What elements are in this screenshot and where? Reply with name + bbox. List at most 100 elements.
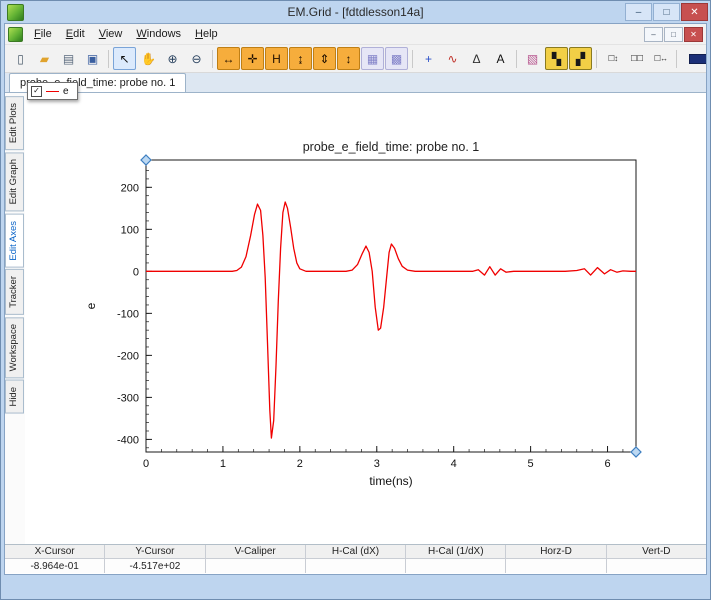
- menu-help[interactable]: Help: [188, 26, 225, 42]
- mdi-close-button[interactable]: ✕: [684, 27, 703, 42]
- legend-line-swatch: [46, 91, 59, 92]
- status-header-cell: H-Cal (1/dX): [406, 545, 506, 558]
- layout-line-swatch-icon: [689, 54, 707, 64]
- svg-text:0: 0: [133, 266, 139, 278]
- expand-vertical-icon[interactable]: ⇕: [313, 47, 336, 70]
- sidebar-item-edit-graph[interactable]: Edit Graph: [5, 152, 24, 211]
- status-value-cell: -4.517e+02: [105, 559, 205, 573]
- status-value-cell: [607, 559, 706, 573]
- scale-vertical-icon[interactable]: ↨: [289, 47, 312, 70]
- grid-dense-icon[interactable]: ▩: [385, 47, 408, 70]
- sidebar-item-edit-axes[interactable]: Edit Axes: [5, 214, 24, 268]
- fit-width-icon[interactable]: ↔: [217, 47, 240, 70]
- svg-text:-200: -200: [117, 350, 139, 362]
- print-icon[interactable]: ▤: [57, 47, 80, 70]
- new-file-icon[interactable]: ▯: [9, 47, 32, 70]
- svg-text:probe_e_field_time: probe no.: probe_e_field_time: probe no. 1: [303, 140, 480, 154]
- legend-label: e: [63, 86, 69, 97]
- status-header-cell: H-Cal (dX): [306, 545, 406, 558]
- add-cursor-icon[interactable]: +: [417, 47, 440, 70]
- svg-text:100: 100: [121, 224, 139, 236]
- svg-text:3: 3: [374, 458, 380, 470]
- mdi-window-controls: – □ ✕: [643, 27, 703, 42]
- document-icon[interactable]: [8, 27, 23, 42]
- h-caliper-icon[interactable]: ☐↔: [649, 47, 672, 70]
- svg-text:200: 200: [121, 182, 139, 194]
- svg-text:1: 1: [220, 458, 226, 470]
- zoom-out-icon[interactable]: ⊖: [185, 47, 208, 70]
- svg-text:0: 0: [143, 458, 149, 470]
- curve-trace-icon[interactable]: ∿: [441, 47, 464, 70]
- sidebar: Edit Plots Edit Graph Edit Axes Tracker …: [5, 93, 25, 544]
- maximize-button[interactable]: □: [653, 3, 680, 21]
- svg-text:5: 5: [528, 458, 534, 470]
- pattern-style-icon[interactable]: ▞: [569, 47, 592, 70]
- tabbar: probe_e_field_time: probe no. 1: [5, 73, 706, 93]
- app-window: EM.Grid - [fdtdlesson14a] – □ ✕ File Edi…: [0, 0, 711, 600]
- mdi-restore-button[interactable]: □: [664, 27, 683, 42]
- statusbar: X-Cursor Y-Cursor V-Caliper H-Cal (dX) H…: [5, 544, 706, 574]
- fit-vertical-icon[interactable]: ↕: [337, 47, 360, 70]
- pan-hand-icon[interactable]: ✋: [137, 47, 160, 70]
- calipers-icon[interactable]: ☐☐: [625, 47, 648, 70]
- plot-colors-icon[interactable]: ▧: [521, 47, 544, 70]
- pattern-fill-icon[interactable]: ▚: [545, 47, 568, 70]
- open-folder-icon[interactable]: ▰: [33, 47, 56, 70]
- status-value-cell: [206, 559, 306, 573]
- pointer-select-icon[interactable]: ↖: [113, 47, 136, 70]
- svg-text:-400: -400: [117, 434, 139, 446]
- toolbar-separator: [212, 50, 213, 68]
- mdi-minimize-button[interactable]: –: [644, 27, 663, 42]
- svg-text:6: 6: [604, 458, 610, 470]
- close-button[interactable]: ✕: [681, 3, 708, 21]
- app-client-area: File Edit View Windows Help – □ ✕ ▯▰▤▣ ↖✋…: [4, 23, 707, 575]
- menu-file[interactable]: File: [27, 26, 59, 42]
- menu-view[interactable]: View: [92, 26, 130, 42]
- content-area: Edit Plots Edit Graph Edit Axes Tracker …: [5, 93, 706, 544]
- legend-checkbox[interactable]: ✓: [31, 86, 42, 97]
- fit-all-icon[interactable]: ✛: [241, 47, 264, 70]
- svg-text:e: e: [84, 302, 98, 309]
- toolbar-separator: [676, 50, 677, 68]
- v-caliper-icon[interactable]: ☐↕: [601, 47, 624, 70]
- legend-box[interactable]: ✓ e: [27, 82, 78, 100]
- status-header-cell: X-Cursor: [5, 545, 105, 558]
- status-header-cell: V-Caliper: [206, 545, 306, 558]
- toolbar-separator: [596, 50, 597, 68]
- text-annotation-icon[interactable]: A: [489, 47, 512, 70]
- toolbar: ▯▰▤▣ ↖✋⊕⊖ ↔✛H↨⇕↕▦▩ +∿ΔA ▧▚▞ ☐↕☐☐☐↔ Layout ▾: [5, 45, 706, 73]
- save-icon[interactable]: ▣: [81, 47, 104, 70]
- window-controls: – □ ✕: [624, 3, 708, 21]
- menu-windows[interactable]: Windows: [129, 26, 188, 42]
- sidebar-item-workspace[interactable]: Workspace: [5, 317, 24, 378]
- status-value-row: -8.964e-01 -4.517e+02: [5, 559, 706, 573]
- menubar: File Edit View Windows Help – □ ✕: [5, 24, 706, 45]
- svg-text:-100: -100: [117, 308, 139, 320]
- svg-text:2: 2: [297, 458, 303, 470]
- sidebar-item-hide[interactable]: Hide: [5, 380, 24, 414]
- menu-edit[interactable]: Edit: [59, 26, 92, 42]
- sidebar-item-edit-plots[interactable]: Edit Plots: [5, 96, 24, 150]
- status-header-cell: Y-Cursor: [105, 545, 205, 558]
- titlebar[interactable]: EM.Grid - [fdtdlesson14a] – □ ✕: [1, 1, 710, 23]
- minimize-button[interactable]: –: [625, 3, 652, 21]
- status-value-cell: [406, 559, 506, 573]
- status-value-cell: [306, 559, 406, 573]
- grid-lines-icon[interactable]: ▦: [361, 47, 384, 70]
- status-value-cell: [506, 559, 606, 573]
- svg-text:-300: -300: [117, 392, 139, 404]
- plot-svg[interactable]: 0 1 2 3 4 5 6 -400 -300 -200 -100 0 100 200 probe_e_fi…: [25, 93, 706, 544]
- zoom-in-icon[interactable]: ⊕: [161, 47, 184, 70]
- toolbar-separator: [108, 50, 109, 68]
- window-title: EM.Grid - [fdtdlesson14a]: [1, 5, 710, 19]
- toolbar-separator: [516, 50, 517, 68]
- svg-text:time(ns): time(ns): [369, 474, 412, 488]
- fit-horizontal-icon[interactable]: H: [265, 47, 288, 70]
- status-header-cell: Horz-D: [506, 545, 606, 558]
- sidebar-item-tracker[interactable]: Tracker: [5, 269, 24, 315]
- svg-text:4: 4: [451, 458, 457, 470]
- status-value-cell: -8.964e-01: [5, 559, 105, 573]
- app-logo-icon: [7, 4, 24, 21]
- layout-dropdown[interactable]: Layout ▾: [683, 50, 707, 68]
- delta-measure-icon[interactable]: Δ: [465, 47, 488, 70]
